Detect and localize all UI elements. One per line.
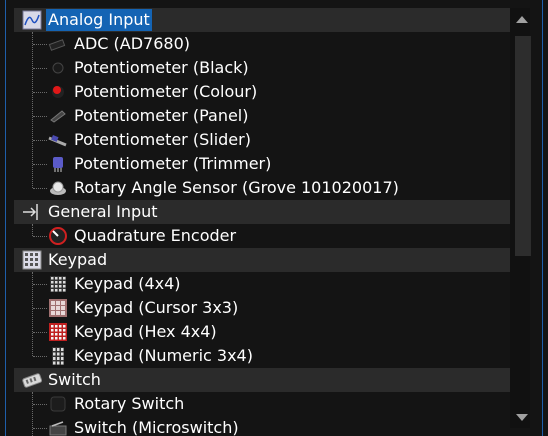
tree-item-label: Potentiometer (Panel) [74,106,249,125]
tree-item-pot-black[interactable]: Potentiometer (Black) [14,56,510,80]
tree-item-keypad-numeric[interactable]: Keypad (Numeric 3x4) [14,344,510,368]
tree-branch [33,116,47,117]
keypad-icon [22,250,42,270]
tree-item-label: Potentiometer (Trimmer) [74,154,272,173]
rotary-sensor-icon [48,178,68,198]
tree-branch [33,68,47,69]
tree-item-pot-colour[interactable]: Potentiometer (Colour) [14,80,510,104]
category-general-input[interactable]: General Input [14,200,510,224]
category-label: Switch [48,370,101,389]
category-label: Keypad [48,250,108,269]
microswitch-icon [48,418,68,436]
keypad-numeric-icon [48,346,68,366]
category-keypad[interactable]: Keypad [14,248,510,272]
tree-item-label: Rotary Angle Sensor (Grove 101020017) [74,178,399,197]
tree-branch [33,356,47,357]
tree-branch [33,308,47,309]
keypad-cursor-icon [48,298,68,318]
tree-item-pot-slider[interactable]: Potentiometer (Slider) [14,128,510,152]
tree-item-quadrature-encoder[interactable]: Quadrature Encoder [14,224,510,248]
scroll-down-arrow-icon[interactable] [516,414,528,421]
category-label: Analog Input [46,9,152,31]
tree-branch [33,332,47,333]
switch-icon [22,370,43,390]
tree-item-rotary-switch[interactable]: Rotary Switch [14,392,510,416]
tree-branch [33,164,47,165]
scroll-up-arrow-icon[interactable] [516,16,528,23]
tree-branch [33,284,47,285]
tree-branch [33,404,47,405]
tree-item-label: Potentiometer (Colour) [74,82,258,101]
tree-item-label: ADC (AD7680) [74,34,190,53]
slider-pot-icon [48,130,68,150]
scrollbar-thumb[interactable] [515,36,531,256]
tree-branch [33,188,47,189]
tree-item-keypad-hex[interactable]: Keypad (Hex 4x4) [14,320,510,344]
rotary-switch-icon [48,394,68,414]
category-label: General Input [48,202,158,221]
tree-branch [33,428,47,429]
tree-item-label: Potentiometer (Black) [74,58,249,77]
tree-item-label: Switch (Microswitch) [74,418,239,436]
tree-item-label: Keypad (Hex 4x4) [74,322,217,341]
analog-input-icon [22,10,42,30]
keypad-4x4-icon [48,274,68,294]
component-tree[interactable]: Analog Input ADC (AD7680) Potentiometer … [14,8,510,436]
tree-item-rotary-angle-sensor[interactable]: Rotary Angle Sensor (Grove 101020017) [14,176,510,200]
red-knob-icon [48,82,68,102]
tree-item-label: Keypad (Cursor 3x3) [74,298,239,317]
adc-chip-icon [48,34,68,54]
tree-item-pot-panel[interactable]: Potentiometer (Panel) [14,104,510,128]
trimmer-pot-icon [48,154,68,174]
tree-branch [33,92,47,93]
tree-item-adc[interactable]: ADC (AD7680) [14,32,510,56]
tree-branch [33,44,47,45]
tree-item-label: Keypad (Numeric 3x4) [74,346,253,365]
tree-branch [33,140,47,141]
tree-item-microswitch[interactable]: Switch (Microswitch) [14,416,510,436]
tree-item-label: Quadrature Encoder [74,226,237,245]
tree-item-label: Potentiometer (Slider) [74,130,251,149]
encoder-dial-icon [48,226,68,246]
category-switch[interactable]: Switch [14,368,510,392]
keypad-hex-icon [48,322,68,342]
tree-item-label: Rotary Switch [74,394,185,413]
tree-branch [33,236,47,237]
tree-item-keypad-4x4[interactable]: Keypad (4x4) [14,272,510,296]
panel-pot-icon [48,106,68,126]
tree-item-label: Keypad (4x4) [74,274,181,293]
general-input-icon [22,202,42,222]
tree-item-pot-trimmer[interactable]: Potentiometer (Trimmer) [14,152,510,176]
black-knob-icon [48,58,68,78]
tree-item-keypad-cursor[interactable]: Keypad (Cursor 3x3) [14,296,510,320]
category-analog-input[interactable]: Analog Input [14,8,510,32]
